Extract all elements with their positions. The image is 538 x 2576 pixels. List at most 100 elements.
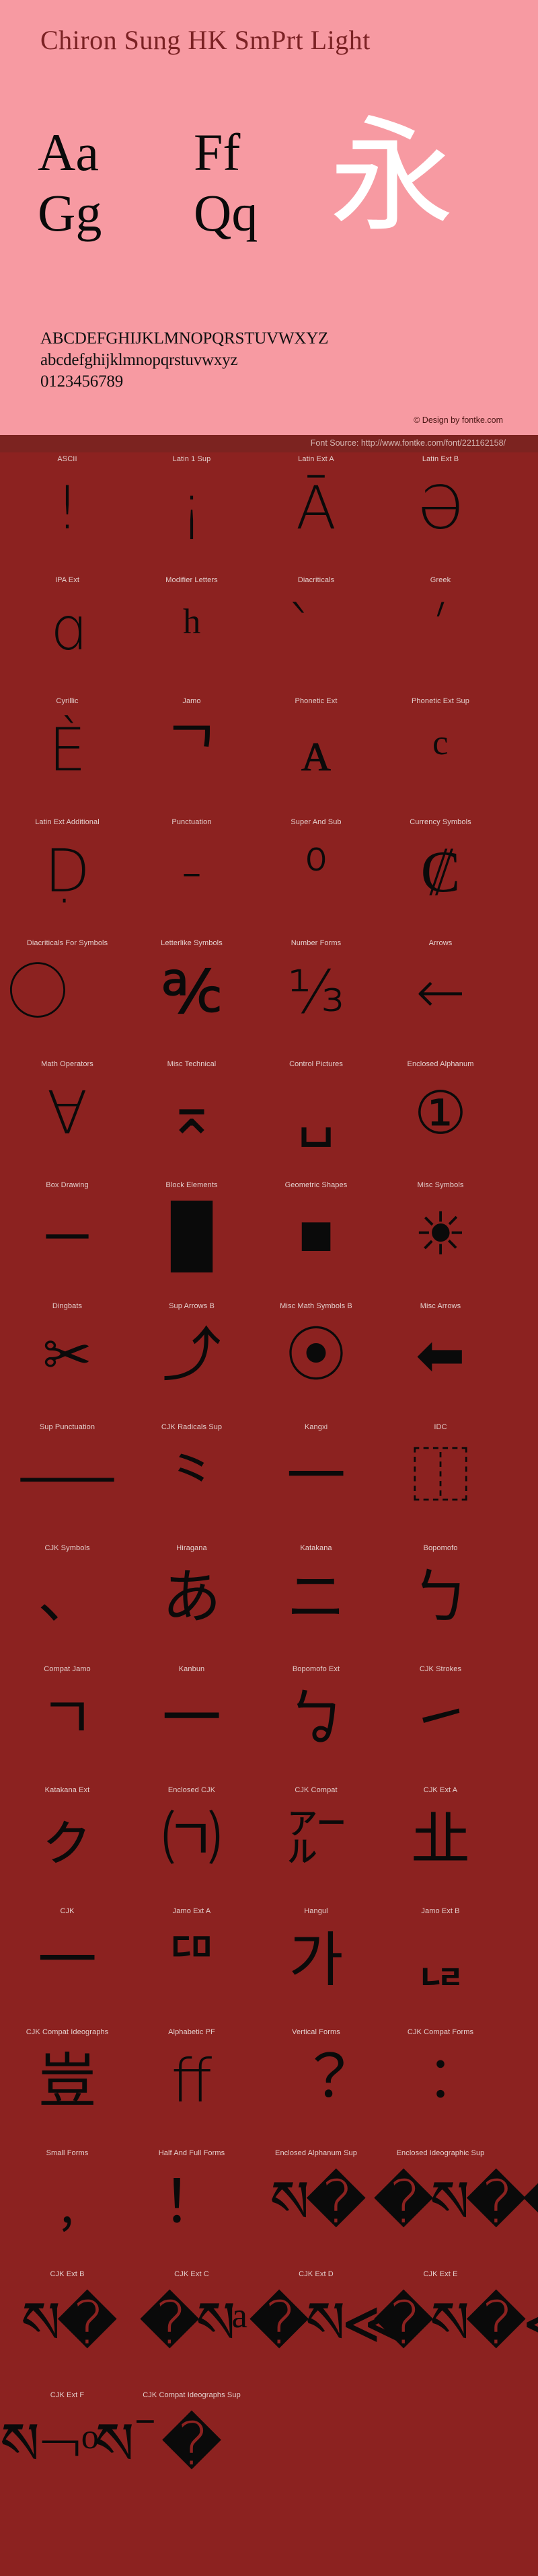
unicode-block-cell[interactable]: Control Pictures ␣ <box>249 1057 383 1178</box>
unicode-block-cell[interactable]: Phonetic Ext Sup ᶜ <box>373 694 508 815</box>
unicode-block-cell[interactable]: Compat Jamo ㄱ <box>0 1662 134 1783</box>
unicode-block-cell[interactable]: CJK Ext E �ས�≪ <box>373 2267 538 2388</box>
unicode-block-label: Katakana <box>300 1544 332 1552</box>
unicode-block-cell[interactable]: CJK Strokes ㇀ <box>373 1662 508 1783</box>
unicode-block-cell[interactable]: CJK Radicals Sup ⺀ <box>124 1420 259 1541</box>
unicode-block-cell[interactable]: Small Forms ﹐ <box>0 2146 134 2267</box>
unicode-block-cell[interactable]: Katakana ニ <box>249 1541 383 1662</box>
unicode-block-cell[interactable]: IDC ⿰ <box>373 1420 508 1541</box>
unicode-block-sample-glyph: ！ <box>161 2167 221 2237</box>
unicode-block-cell[interactable]: Misc Symbols ☀ <box>373 1178 508 1299</box>
unicode-block-cell[interactable]: Cyrillic Ѐ <box>0 694 134 815</box>
unicode-block-cell[interactable]: Kanbun ㆒ <box>124 1662 259 1783</box>
unicode-block-cell[interactable]: Modifier Letters ʰ <box>124 573 259 694</box>
unicode-block-cell[interactable]: Jamo ᄀ <box>124 694 259 815</box>
unicode-block-cell[interactable]: Hangul 가 <box>249 1904 383 2025</box>
unicode-block-cell[interactable]: Hiragana あ <box>124 1541 259 1662</box>
unicode-block-cell[interactable]: Enclosed Alphanum ① <box>373 1057 508 1178</box>
unicode-block-sample-glyph: 、 <box>37 1562 97 1632</box>
unicode-block-cell[interactable]: Kangxi ⼀ <box>249 1420 383 1541</box>
unicode-block-cell[interactable]: Latin Ext A Ā <box>249 452 383 573</box>
unicode-block-cell[interactable]: Greek ʹ <box>373 573 508 694</box>
unicode-block-cell[interactable]: Misc Math Symbols B ⦿ <box>249 1299 383 1420</box>
unicode-block-sample-glyph: ✂ <box>42 1320 92 1390</box>
unicode-block-sample-glyph: ¡ <box>180 473 204 542</box>
unicode-block-cell[interactable]: Jamo Ext A ꥠ <box>124 1904 259 2025</box>
unicode-block-cell[interactable]: CJK Compat Forms ︰ <box>373 2025 508 2146</box>
unicode-block-row: Box Drawing ─ Block Elements █ Geometric Sha… <box>0 1178 538 1299</box>
unicode-block-label: Latin Ext Additional <box>35 818 100 826</box>
unicode-block-sample-glyph: ퟋ <box>413 1925 468 1995</box>
unicode-block-cell[interactable]: CJK Symbols 、 <box>0 1541 134 1662</box>
unicode-block-sample-glyph: ─ <box>46 1199 89 1269</box>
unicode-block-cell[interactable]: Sup Punctuation ⸺ <box>0 1420 134 1541</box>
unicode-block-sample-glyph: ⸺ <box>17 1441 117 1511</box>
unicode-block-label: CJK Strokes <box>419 1665 462 1673</box>
unicode-block-row: Katakana Ext ㇰ Enclosed CJK ㈀ CJK Compat ㌃ CJK… <box>0 1783 538 1904</box>
unicode-block-cell[interactable]: Diacriticals̀ <box>249 573 383 694</box>
unicode-block-label: Alphabetic PF <box>168 2028 215 2036</box>
unicode-block-cell[interactable]: Latin Ext Additional Ḍ <box>0 815 134 936</box>
unicode-block-label: CJK Compat Forms <box>407 2028 474 2036</box>
unicode-block-label: Control Pictures <box>289 1060 343 1068</box>
unicode-block-cell[interactable]: ASCII! <box>0 452 134 573</box>
unicode-block-label: CJK Ext B <box>50 2270 85 2278</box>
unicode-block-cell[interactable]: Katakana Ext ㇰ <box>0 1783 134 1904</box>
unicode-block-cell[interactable]: Number Forms ⅓ <box>249 936 383 1057</box>
unicode-block-cell[interactable]: Diacriticals For Symbols⃝ <box>0 936 134 1057</box>
unicode-block-cell[interactable]: Latin Ext B Ə <box>373 452 508 573</box>
unicode-block-sample-glyph: ! <box>55 473 79 542</box>
unicode-block-cell[interactable]: CJK Ext B ས� <box>0 2267 134 2388</box>
unicode-block-sample-glyph: ㈀ <box>161 1804 221 1874</box>
unicode-block-cell[interactable]: Alphabetic PF ﬀ <box>124 2025 259 2146</box>
unicode-block-cell[interactable]: Dingbats ✂ <box>0 1299 134 1420</box>
glyph-sample-gg: Gg <box>38 184 102 242</box>
unicode-block-cell[interactable]: Box Drawing ─ <box>0 1178 134 1299</box>
alphabet-digits: 0123456789 <box>40 372 124 391</box>
unicode-block-label: Compat Jamo <box>44 1665 91 1673</box>
unicode-block-cell[interactable]: Bopomofo Ext ㆠ <box>249 1662 383 1783</box>
unicode-block-cell[interactable]: CJK Compat ㌃ <box>249 1783 383 1904</box>
unicode-block-cell[interactable]: Geometric Shapes ■ <box>249 1178 383 1299</box>
unicode-block-cell[interactable]: Enclosed CJK ㈀ <box>124 1783 259 1904</box>
unicode-block-cell[interactable]: Half And Full Forms ！ <box>124 2146 259 2267</box>
unicode-block-row: Sup Punctuation ⸺ CJK Radicals Sup ⺀ Kangxi ⼀… <box>0 1420 538 1541</box>
unicode-block-cell[interactable]: Block Elements █ <box>124 1178 259 1299</box>
unicode-block-label: CJK Compat Ideographs Sup <box>143 2391 241 2399</box>
unicode-block-cell[interactable]: Enclosed Ideographic Sup �ས�� <box>373 2146 538 2267</box>
unicode-block-label: Diacriticals <box>297 576 335 584</box>
unicode-block-cell[interactable]: CJK Ext F ས¬ᵒས¯ <box>0 2388 160 2509</box>
unicode-block-cell[interactable]: Arrows ← <box>373 936 508 1057</box>
unicode-block-label: Enclosed Alphanum <box>407 1060 474 1068</box>
unicode-block-cell[interactable]: IPA Ext ɑ <box>0 573 134 694</box>
unicode-block-cell[interactable]: Sup Arrows B ⤴ <box>124 1299 259 1420</box>
alphabet-lowercase: abcdefghijklmnopqrstuvwxyz <box>40 350 238 369</box>
unicode-block-cell[interactable]: Enclosed Alphanum Sup ས� <box>249 2146 383 2267</box>
unicode-block-cell[interactable]: Super And Sub ⁰ <box>249 815 383 936</box>
unicode-block-cell[interactable]: Latin 1 Sup ¡ <box>124 452 259 573</box>
unicode-block-sample-glyph: ㄱ <box>40 1683 95 1753</box>
unicode-block-cell[interactable]: CJK Ext C �སᵃ <box>124 2267 259 2388</box>
unicode-block-cell[interactable]: Math Operators ∀ <box>0 1057 134 1178</box>
unicode-block-label: CJK Radicals Sup <box>161 1423 223 1431</box>
unicode-block-cell[interactable]: Jamo Ext B ퟋ <box>373 1904 508 2025</box>
font-source-link[interactable]: Font Source: http://www.fontke.com/font/… <box>311 438 506 448</box>
unicode-block-label: Jamo Ext B <box>421 1907 460 1915</box>
unicode-block-cell[interactable]: Misc Technical ⌅ <box>124 1057 259 1178</box>
unicode-block-cell[interactable]: Punctuation ‐ <box>124 815 259 936</box>
unicode-block-cell[interactable]: CJK Ext D �ས≪ <box>249 2267 404 2388</box>
unicode-block-cell[interactable]: CJK Ext A 㐀 <box>373 1783 508 1904</box>
unicode-block-cell[interactable]: Phonetic Ext ᴀ <box>249 694 383 815</box>
unicode-block-label: Half And Full Forms <box>158 2149 225 2157</box>
unicode-block-sample-glyph: ① <box>414 1078 467 1148</box>
unicode-block-cell[interactable]: CJK Compat Ideographs Sup � <box>124 2388 259 2509</box>
unicode-block-cell[interactable]: Currency Symbols ₡ <box>373 815 508 936</box>
unicode-block-cell[interactable]: Vertical Forms ︖ <box>249 2025 383 2146</box>
unicode-block-cell[interactable]: Letterlike Symbols ℀ <box>124 936 259 1057</box>
unicode-block-cell[interactable]: CJK 一 <box>0 1904 134 2025</box>
page-title: Chiron Sung HK SmPrt Light <box>40 25 371 55</box>
unicode-block-cell[interactable]: CJK Compat Ideographs 豈 <box>0 2025 134 2146</box>
unicode-block-cell[interactable]: Bopomofo ㄅ <box>373 1541 508 1662</box>
unicode-block-sample-glyph: ☀ <box>414 1199 467 1269</box>
unicode-block-cell[interactable]: Misc Arrows ⬅ <box>373 1299 508 1420</box>
